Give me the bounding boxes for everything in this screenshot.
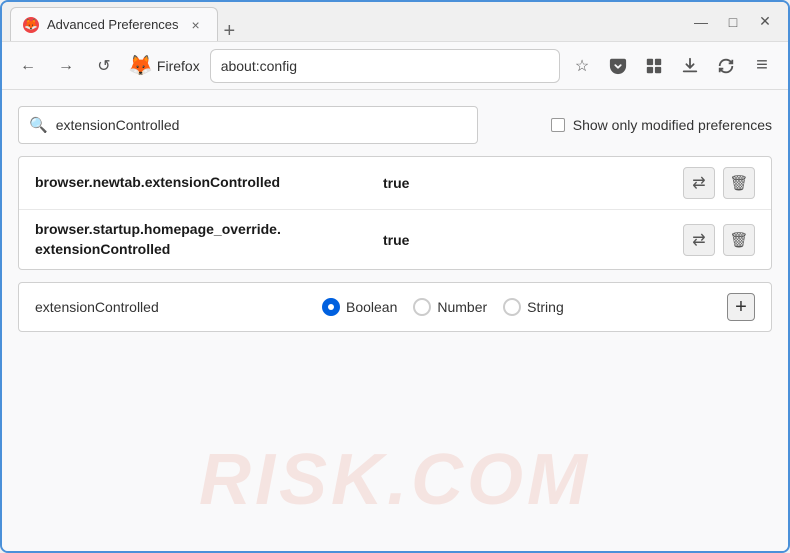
address-bar[interactable]: about:config <box>210 49 560 83</box>
new-pref-name: extensionControlled <box>35 299 159 315</box>
browser-window: Advanced Preferences × + — □ ✕ ← → ↺ 🦊 F… <box>0 0 790 553</box>
pref-actions: ⇄ 🗑 <box>683 224 755 256</box>
search-box[interactable]: 🔍 <box>18 106 478 144</box>
radio-boolean-label: Boolean <box>346 299 397 315</box>
arrows-icon: ⇄ <box>692 230 705 250</box>
pref-actions: ⇄ 🗑 <box>683 167 755 199</box>
delete-button[interactable]: 🗑 <box>723 224 755 256</box>
table-row: browser.startup.homepage_override. exten… <box>19 210 771 269</box>
sync-button[interactable] <box>710 50 742 82</box>
results-table: browser.newtab.extensionControlled true … <box>18 156 772 270</box>
back-button[interactable]: ← <box>12 50 44 82</box>
firefox-label: Firefox <box>157 58 200 74</box>
menu-button[interactable]: ≡ <box>746 50 778 82</box>
pref-value: true <box>383 175 675 191</box>
arrows-icon: ⇄ <box>692 173 705 193</box>
table-row: browser.newtab.extensionControlled true … <box>19 157 771 210</box>
show-modified-checkbox[interactable] <box>551 118 565 132</box>
address-text: about:config <box>221 58 297 74</box>
new-tab-button[interactable]: + <box>218 21 242 41</box>
bookmark-button[interactable]: ☆ <box>566 50 598 82</box>
firefox-logo-icon: 🦊 <box>128 53 153 78</box>
tab-close-button[interactable]: × <box>187 16 205 34</box>
window-controls: — □ ✕ <box>686 9 780 35</box>
radio-number[interactable]: Number <box>413 298 487 316</box>
pocket-button[interactable] <box>602 50 634 82</box>
firefox-brand: 🦊 Firefox <box>128 53 202 78</box>
radio-string[interactable]: String <box>503 298 564 316</box>
tab-favicon <box>23 17 39 33</box>
toggle-button[interactable]: ⇄ <box>683 167 715 199</box>
minimize-button[interactable]: — <box>686 9 716 35</box>
radio-string-label: String <box>527 299 564 315</box>
type-radio-group: Boolean Number String <box>175 298 711 316</box>
show-modified-label: Show only modified preferences <box>573 117 772 133</box>
navigation-bar: ← → ↺ 🦊 Firefox about:config ☆ ≡ <box>2 42 788 90</box>
search-input[interactable] <box>56 117 467 133</box>
tab-title: Advanced Preferences <box>47 17 179 32</box>
radio-number-label: Number <box>437 299 487 315</box>
title-bar: Advanced Preferences × + — □ ✕ <box>2 2 788 42</box>
add-button[interactable]: + <box>727 293 755 321</box>
nav-right-icons: ☆ ≡ <box>566 50 778 82</box>
search-row: 🔍 Show only modified preferences <box>18 106 772 144</box>
delete-button[interactable]: 🗑 <box>723 167 755 199</box>
radio-boolean-circle <box>322 298 340 316</box>
active-tab[interactable]: Advanced Preferences × <box>10 7 218 41</box>
extensions-button[interactable] <box>638 50 670 82</box>
checkbox-row: Show only modified preferences <box>490 117 772 133</box>
add-preference-row: extensionControlled Boolean Number Strin… <box>18 282 772 332</box>
main-content: RISK.COM 🔍 Show only modified preference… <box>2 90 788 551</box>
pref-value: true <box>383 232 675 248</box>
downloads-button[interactable] <box>674 50 706 82</box>
trash-icon: 🗑 <box>729 174 748 192</box>
toggle-button[interactable]: ⇄ <box>683 224 715 256</box>
radio-boolean[interactable]: Boolean <box>322 298 397 316</box>
radio-number-circle <box>413 298 431 316</box>
refresh-button[interactable]: ↺ <box>88 50 120 82</box>
trash-icon: 🗑 <box>729 231 748 249</box>
close-button[interactable]: ✕ <box>750 9 780 35</box>
radio-string-circle <box>503 298 521 316</box>
pref-name-line1: browser.startup.homepage_override. <box>35 221 281 237</box>
maximize-button[interactable]: □ <box>718 9 748 35</box>
search-icon: 🔍 <box>29 116 48 134</box>
forward-button[interactable]: → <box>50 50 82 82</box>
pref-name: browser.startup.homepage_override. exten… <box>35 220 375 259</box>
pref-name-line2: extensionControlled <box>35 241 170 257</box>
pref-name: browser.newtab.extensionControlled <box>35 173 375 193</box>
watermark: RISK.COM <box>199 439 591 521</box>
tab-area: Advanced Preferences × + <box>10 2 678 41</box>
